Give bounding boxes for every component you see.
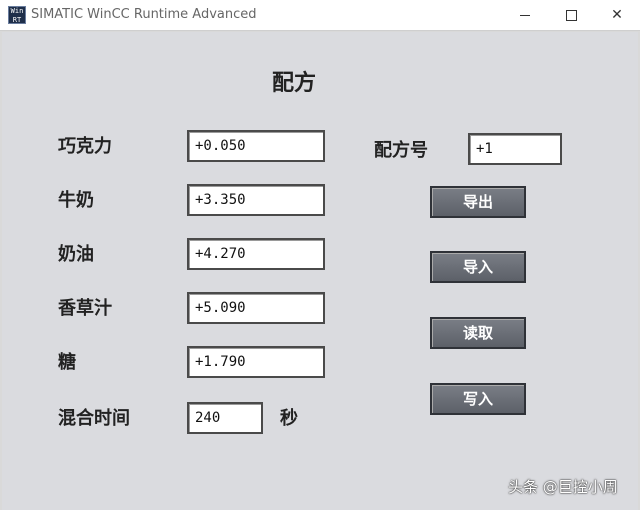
app-icon-text-top: Win (10, 7, 24, 15)
ingredient-label-cream: 奶油 (58, 244, 94, 265)
window-titlebar: Win RT SIMATIC WinCC Runtime Advanced ✕ (0, 0, 640, 31)
sugar-field[interactable]: +1.790 (187, 346, 325, 378)
watermark: 头条 @巨控小周 (508, 478, 618, 496)
close-button[interactable]: ✕ (594, 0, 640, 30)
import-button[interactable]: 导入 (430, 251, 526, 283)
close-icon: ✕ (611, 7, 623, 23)
vanilla-field[interactable]: +5.090 (187, 292, 325, 324)
mix-time-field[interactable]: 240 (187, 402, 263, 434)
page-title: 配方 (272, 71, 317, 96)
recipe-number-field[interactable]: +1 (468, 133, 562, 165)
mix-time-unit: 秒 (280, 408, 298, 429)
recipe-screen: 配方 巧克力 +0.050 牛奶 +3.350 奶油 +4.270 香草汁 +5… (2, 32, 638, 510)
wincc-app-icon: Win RT (8, 6, 26, 24)
maximize-button[interactable] (548, 0, 594, 30)
chocolate-field[interactable]: +0.050 (187, 130, 325, 162)
read-button[interactable]: 读取 (430, 317, 526, 349)
cream-field[interactable]: +4.270 (187, 238, 325, 270)
minimize-icon (520, 14, 530, 16)
mix-time-label: 混合时间 (58, 408, 130, 429)
ingredient-label-milk: 牛奶 (58, 190, 94, 211)
ingredient-label-sugar: 糖 (58, 352, 76, 373)
window-title: SIMATIC WinCC Runtime Advanced (31, 7, 257, 22)
recipe-number-label: 配方号 (374, 140, 428, 161)
maximize-icon (565, 9, 577, 21)
ingredient-label-vanilla: 香草汁 (58, 298, 112, 319)
milk-field[interactable]: +3.350 (187, 184, 325, 216)
export-button[interactable]: 导出 (430, 186, 526, 218)
ingredient-label-chocolate: 巧克力 (58, 136, 112, 157)
app-icon-text-bottom: RT (12, 16, 22, 24)
minimize-button[interactable] (502, 0, 548, 30)
write-button[interactable]: 写入 (430, 383, 526, 415)
